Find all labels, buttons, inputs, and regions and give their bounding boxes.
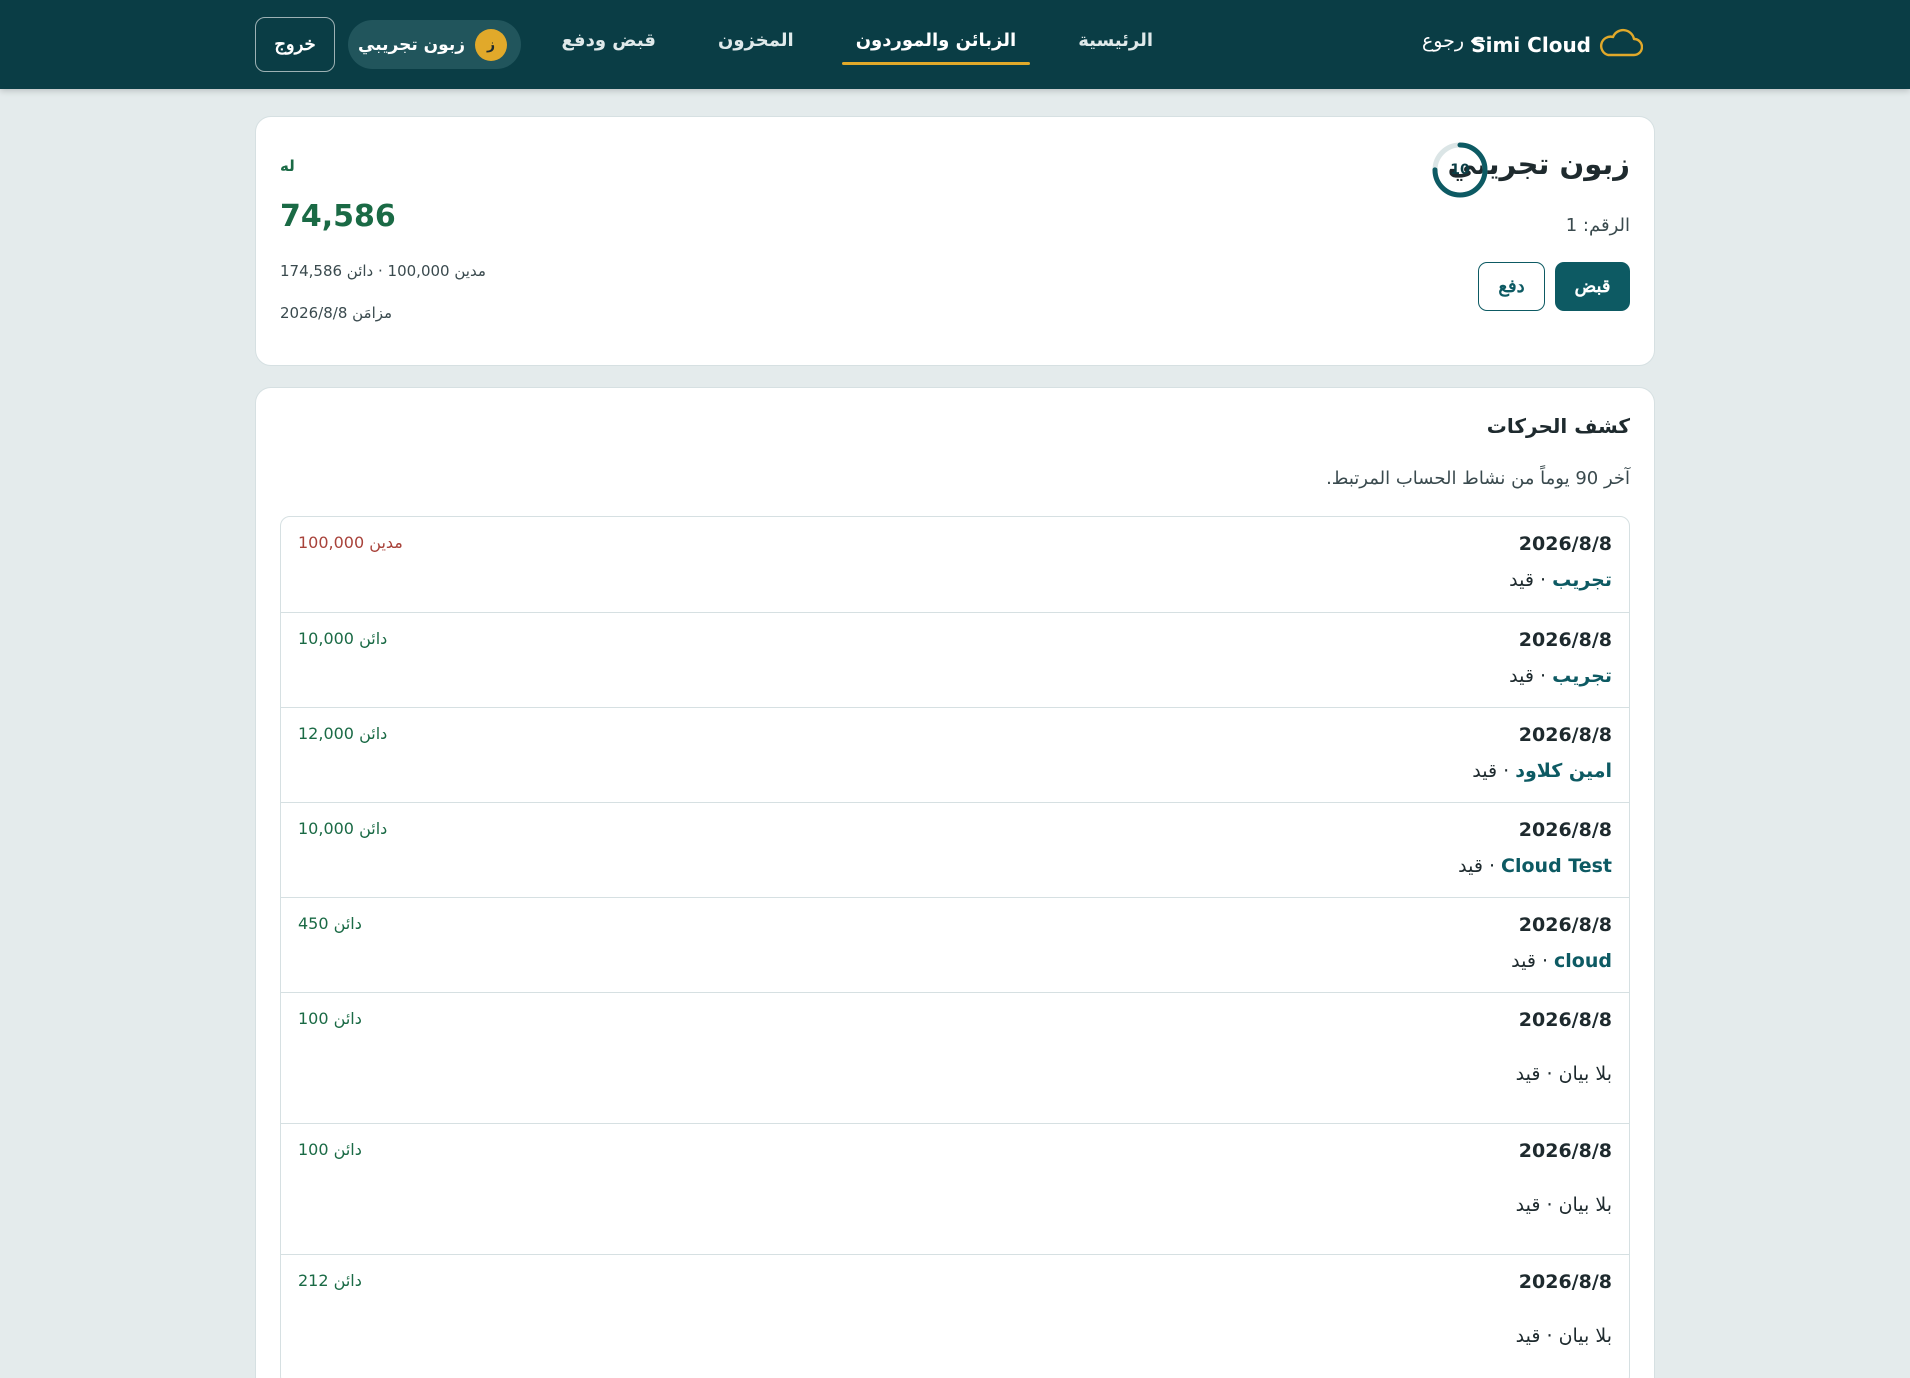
balance-direction: له xyxy=(280,157,295,175)
tx-description: بلا بيان · قيد xyxy=(1515,1194,1612,1216)
list-item[interactable]: 2026/8/8 cloud · قيد دائن 450 xyxy=(281,897,1629,992)
tx-date: 2026/8/8 xyxy=(1518,1271,1612,1293)
logout-button[interactable]: خروج xyxy=(255,17,335,72)
tx-date: 2026/8/8 xyxy=(1518,724,1612,746)
list-item[interactable]: 2026/8/8 Cloud Test · قيد دائن 10,000 xyxy=(281,802,1629,897)
tx-amount: دائن 100 xyxy=(298,1009,362,1028)
transactions-list: 2026/8/8 تجريب · قيد مدين 100,000 2026/8… xyxy=(280,516,1630,1378)
list-item[interactable]: 2026/8/8 تجريب · قيد مدين 100,000 xyxy=(281,517,1629,612)
user-menu[interactable]: ز زبون تجريبي xyxy=(348,20,521,69)
tx-amount: دائن 10,000 xyxy=(298,629,388,648)
tx-amount: دائن 212 xyxy=(298,1271,362,1290)
score-ring: 10 xyxy=(1431,141,1489,199)
back-link[interactable]: ← رجوع xyxy=(1422,30,1486,52)
top-navigation-bar: Simi Cloud ← رجوع الرئيسية الزبائن والمو… xyxy=(0,0,1910,89)
main-nav: الرئيسية الزبائن والموردون المخزون قبض و… xyxy=(548,20,1168,65)
list-item[interactable]: 2026/8/8 تجريب · قيد دائن 10,000 xyxy=(281,612,1629,707)
nav-item-customers-suppliers[interactable]: الزبائن والموردون xyxy=(841,20,1031,65)
tx-date: 2026/8/8 xyxy=(1518,1140,1612,1162)
sync-status: مزامَن 2026/8/8 xyxy=(280,304,393,322)
user-name: زبون تجريبي xyxy=(358,34,465,55)
tx-description: تجريب · قيد xyxy=(1509,665,1612,687)
tx-amount: مدين 100,000 xyxy=(298,533,403,552)
balance-amount: 74,586 xyxy=(280,199,396,234)
brand-logo[interactable]: Simi Cloud xyxy=(1471,24,1644,66)
tx-amount: دائن 12,000 xyxy=(298,724,388,743)
customer-summary-card: زبون تجريبي 10 الرقم: 1 قبض دفع له 74,58… xyxy=(255,116,1655,366)
tx-date: 2026/8/8 xyxy=(1518,533,1612,555)
tx-date: 2026/8/8 xyxy=(1518,914,1612,936)
pay-button[interactable]: دفع xyxy=(1478,262,1545,311)
statement-subtitle: آخر 90 يوماً من نشاط الحساب المرتبط. xyxy=(1326,468,1630,489)
tx-description: تجريب · قيد xyxy=(1509,569,1612,591)
tx-amount: دائن 10,000 xyxy=(298,819,388,838)
tx-date: 2026/8/8 xyxy=(1518,629,1612,651)
nav-item-receipts-payments[interactable]: قبض ودفع xyxy=(548,20,670,65)
list-item[interactable]: 2026/8/8 امين كلاود · قيد دائن 12,000 xyxy=(281,707,1629,802)
brand-name: Simi Cloud xyxy=(1471,33,1591,57)
tx-date: 2026/8/8 xyxy=(1518,819,1612,841)
statement-card: كشف الحركات آخر 90 يوماً من نشاط الحساب … xyxy=(255,387,1655,1378)
tx-description: بلا بيان · قيد xyxy=(1515,1325,1612,1347)
tx-amount: دائن 100 xyxy=(298,1140,362,1159)
receive-button[interactable]: قبض xyxy=(1555,262,1630,311)
statement-title: كشف الحركات xyxy=(1486,414,1630,438)
balance-details: مدين 100,000 · دائن 174,586 xyxy=(280,262,486,280)
nav-item-home[interactable]: الرئيسية xyxy=(1064,20,1167,65)
tx-description: Cloud Test · قيد xyxy=(1458,855,1612,877)
tx-amount: دائن 450 xyxy=(298,914,362,933)
tx-description: cloud · قيد xyxy=(1511,950,1612,972)
score-value: 10 xyxy=(1450,162,1470,178)
tx-description: امين كلاود · قيد xyxy=(1472,760,1612,782)
cloud-icon xyxy=(1597,26,1644,64)
tx-date: 2026/8/8 xyxy=(1518,1009,1612,1031)
customer-id: الرقم: 1 xyxy=(1565,215,1630,236)
avatar: ز xyxy=(475,28,507,61)
list-item[interactable]: 2026/8/8 بلا بيان · قيد دائن 100 xyxy=(281,992,1629,1123)
list-item[interactable]: 2026/8/8 بلا بيان · قيد دائن 100 xyxy=(281,1123,1629,1254)
tx-description: بلا بيان · قيد xyxy=(1515,1063,1612,1085)
nav-item-inventory[interactable]: المخزون xyxy=(704,20,808,65)
list-item[interactable]: 2026/8/8 بلا بيان · قيد دائن 212 xyxy=(281,1254,1629,1378)
